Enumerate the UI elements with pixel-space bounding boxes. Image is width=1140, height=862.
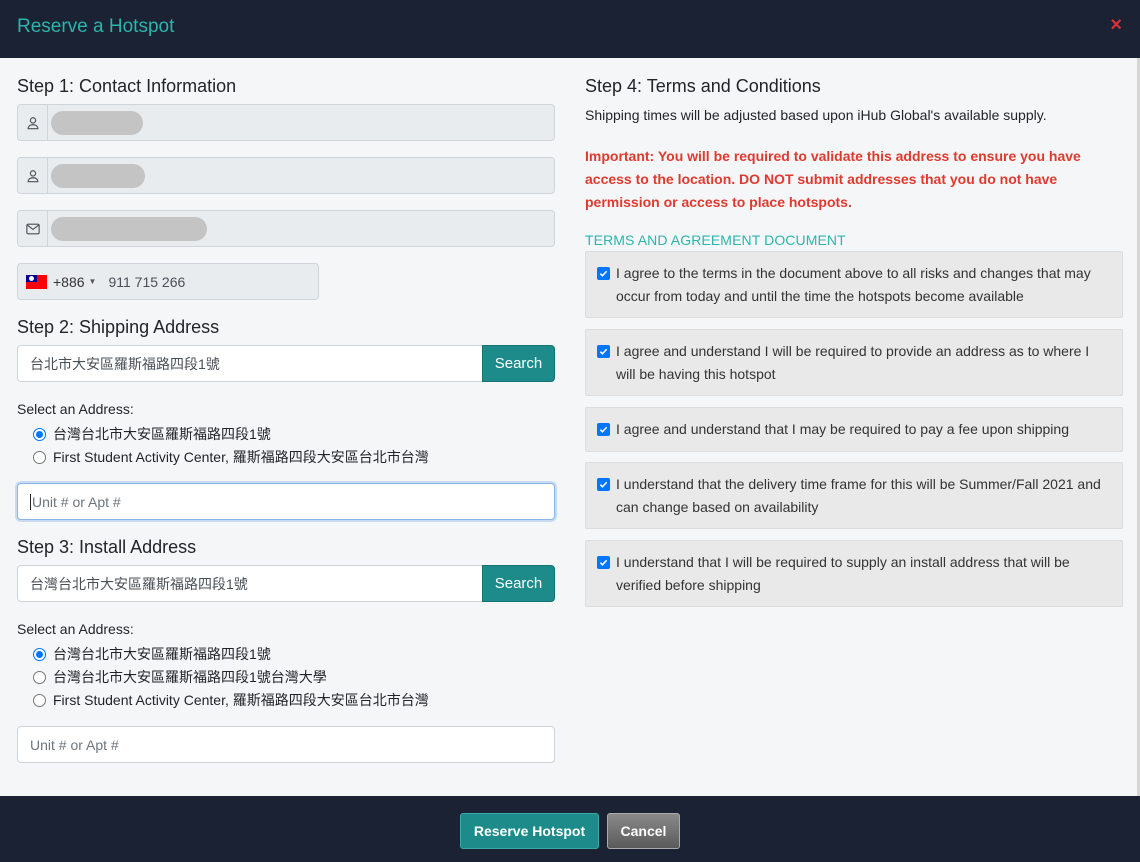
shipping-select-label: Select an Address: <box>17 401 134 417</box>
install-option-1[interactable]: 台灣台北市大安區羅斯福路四段1號台灣大學 <box>33 667 327 687</box>
install-search-input[interactable]: 台灣台北市大安區羅斯福路四段1號 <box>17 565 483 602</box>
radio-selected[interactable] <box>33 427 46 441</box>
dial-code[interactable]: +886 <box>53 274 85 290</box>
shipping-unit-placeholder: Unit # or Apt # <box>32 493 121 510</box>
last-name-field[interactable] <box>17 157 555 194</box>
radio-unselected[interactable] <box>33 450 46 464</box>
close-icon[interactable]: × <box>1110 14 1122 36</box>
term-item-4[interactable]: I understand that I will be required to … <box>585 540 1123 607</box>
term-item-3[interactable]: I understand that the delivery time fram… <box>585 462 1123 529</box>
redacted-value <box>51 163 145 188</box>
term-text: I agree and understand that I may be req… <box>616 421 1069 437</box>
user-icon <box>18 105 48 140</box>
checkbox-checked[interactable] <box>597 556 610 569</box>
install-option-0[interactable]: 台灣台北市大安區羅斯福路四段1號 <box>33 644 271 664</box>
radio-unselected[interactable] <box>33 670 46 684</box>
install-option-label: 台灣台北市大安區羅斯福路四段1號 <box>53 646 271 662</box>
term-item-2[interactable]: I agree and understand that I may be req… <box>585 407 1123 452</box>
important-warning: Important: You will be required to valid… <box>585 148 1081 210</box>
term-text: I understand that the delivery time fram… <box>616 475 1101 515</box>
step2-heading: Step 2: Shipping Address <box>17 317 220 337</box>
install-option-label: 台灣台北市大安區羅斯福路四段1號台灣大學 <box>53 669 327 685</box>
shipping-search-value: 台北市大安區羅斯福路四段1號 <box>30 355 220 372</box>
shipping-search-input[interactable]: 台北市大安區羅斯福路四段1號 <box>17 345 483 382</box>
email-field[interactable] <box>17 210 555 247</box>
term-item-0[interactable]: I agree to the terms in the document abo… <box>585 251 1123 318</box>
term-text: I understand that I will be required to … <box>616 553 1070 593</box>
shipping-option-0[interactable]: 台灣台北市大安區羅斯福路四段1號 <box>33 424 271 444</box>
checkbox-checked[interactable] <box>597 267 610 280</box>
reserve-hotspot-button[interactable]: Reserve Hotspot <box>460 813 599 849</box>
phone-number[interactable]: 911 715 266 <box>108 274 185 290</box>
terms-document-link[interactable]: TERMS AND AGREEMENT DOCUMENT <box>585 232 846 248</box>
install-unit-placeholder: Unit # or Apt # <box>30 736 119 753</box>
first-name-field[interactable] <box>17 104 555 141</box>
shipping-option-1[interactable]: First Student Activity Center, 羅斯福路四段大安區… <box>33 447 429 467</box>
step4-heading: Step 4: Terms and Conditions <box>585 76 821 96</box>
checkmark-icon <box>599 481 608 488</box>
term-text: I agree and understand I will be require… <box>616 342 1090 382</box>
cancel-button[interactable]: Cancel <box>607 813 680 849</box>
shipping-unit-input[interactable]: Unit # or Apt # <box>17 483 555 520</box>
install-option-label: First Student Activity Center, 羅斯福路四段大安區… <box>53 692 429 708</box>
chevron-down-icon[interactable]: ▼ <box>89 277 97 286</box>
shipping-option-label: First Student Activity Center, 羅斯福路四段大安區… <box>53 449 429 465</box>
checkmark-icon <box>599 426 608 433</box>
redacted-value <box>51 110 143 135</box>
checkbox-checked[interactable] <box>597 345 610 358</box>
modal-title: Reserve a Hotspot <box>17 16 175 37</box>
checkmark-icon <box>599 559 608 566</box>
install-unit-input[interactable]: Unit # or Apt # <box>17 726 555 763</box>
install-select-label: Select an Address: <box>17 621 134 637</box>
phone-field[interactable]: +886 ▼ 911 715 266 <box>17 263 319 300</box>
checkmark-icon <box>599 270 608 277</box>
term-item-1[interactable]: I agree and understand I will be require… <box>585 329 1123 396</box>
checkbox-checked[interactable] <box>597 423 610 436</box>
shipping-times-note: Shipping times will be adjusted based up… <box>585 107 1047 123</box>
install-search-value: 台灣台北市大安區羅斯福路四段1號 <box>30 575 248 592</box>
radio-selected[interactable] <box>33 647 46 661</box>
install-option-2[interactable]: First Student Activity Center, 羅斯福路四段大安區… <box>33 690 429 710</box>
radio-unselected[interactable] <box>33 693 46 707</box>
install-search-button[interactable]: Search <box>482 565 555 602</box>
term-text: I agree to the terms in the document abo… <box>616 264 1091 304</box>
checkmark-icon <box>599 348 608 355</box>
envelope-icon <box>18 211 48 246</box>
taiwan-flag-icon[interactable] <box>26 274 47 289</box>
shipping-option-label: 台灣台北市大安區羅斯福路四段1號 <box>53 426 271 442</box>
modal-header: Reserve a Hotspot × <box>0 0 1140 58</box>
step3-heading: Step 3: Install Address <box>17 537 197 557</box>
checkbox-checked[interactable] <box>597 478 610 491</box>
redacted-value <box>51 216 207 241</box>
step1-heading: Step 1: Contact Information <box>17 76 237 96</box>
user-icon <box>18 158 48 193</box>
shipping-search-button[interactable]: Search <box>482 345 555 382</box>
